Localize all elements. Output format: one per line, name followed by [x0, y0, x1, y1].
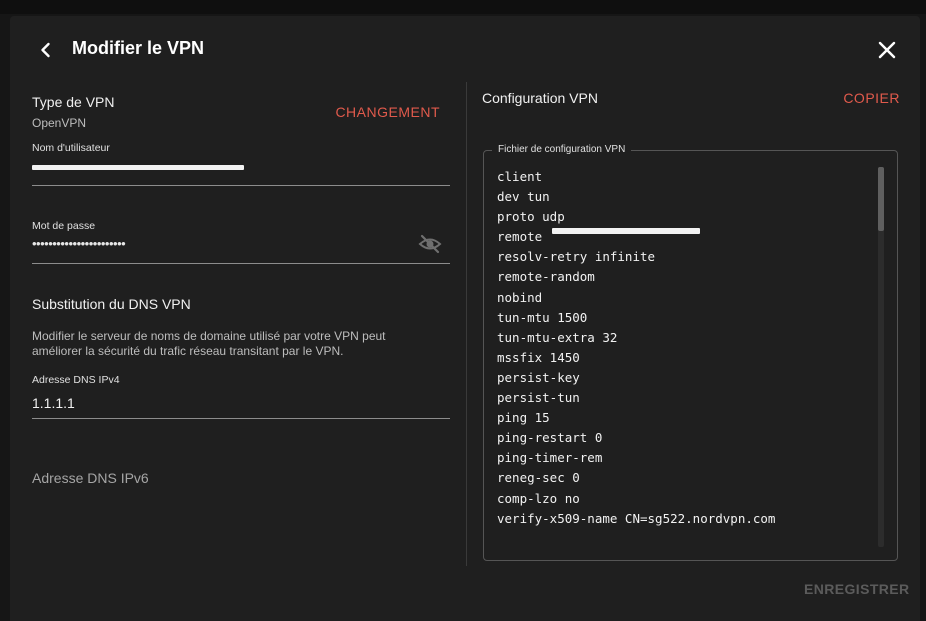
remote-redaction	[552, 228, 700, 234]
config-line: tun-mtu-extra 32	[497, 329, 618, 345]
config-line: persist-tun	[497, 390, 580, 406]
username-field[interactable]: Nom d'utilisateur	[32, 140, 450, 186]
dns-description-line1: Modifier le serveur de noms de domaine u…	[32, 329, 386, 343]
column-divider	[466, 82, 467, 566]
config-line: ping-timer-rem	[497, 450, 603, 466]
config-scrollbar-thumb[interactable]	[878, 167, 884, 231]
config-lines: client dev tun proto udp remote resolv-retry…	[497, 167, 775, 529]
vpn-type-label: Type de VPN	[32, 94, 115, 110]
username-label: Nom d'utilisateur	[32, 142, 110, 154]
config-line: tun-mtu 1500	[497, 309, 588, 325]
ipv6-dns-placeholder[interactable]: Adresse DNS IPv6	[32, 470, 149, 486]
config-file-label: Fichier de configuration VPN	[492, 144, 632, 155]
username-redaction	[32, 165, 244, 170]
config-line: comp-lzo no	[497, 490, 580, 506]
config-line: ping-restart 0	[497, 430, 603, 446]
dialog-title: Modifier le VPN	[72, 38, 205, 58]
config-heading: Configuration VPN	[482, 90, 598, 106]
ipv6-dns-field[interactable]: Adresse DNS IPv6	[32, 466, 450, 500]
backdrop	[0, 0, 926, 14]
ipv4-dns-input[interactable]: 1.1.1.1	[32, 395, 75, 411]
config-line: proto udp	[497, 209, 565, 225]
save-button[interactable]: ENREGISTRER	[804, 581, 910, 597]
dns-description-line2: améliorer la sécurité du trafic réseau t…	[32, 344, 344, 358]
close-icon[interactable]	[876, 39, 898, 61]
chevron-left-icon[interactable]	[36, 40, 56, 60]
config-line: nobind	[497, 289, 543, 305]
config-line: client	[497, 169, 543, 184]
config-textarea[interactable]: Fichier de configuration VPN client dev t…	[483, 144, 898, 561]
vpn-type-value: OpenVPN	[32, 116, 87, 130]
edit-vpn-dialog: Modifier le VPN Type de VPN OpenVPN CHAN…	[10, 16, 920, 621]
ipv4-dns-underline	[32, 418, 450, 419]
config-line: reneg-sec 0	[497, 470, 580, 486]
ipv4-dns-field[interactable]: Adresse DNS IPv4 1.1.1.1	[32, 372, 450, 419]
dns-heading: Substitution du DNS VPN	[32, 296, 191, 312]
config-line: ping 15	[497, 410, 550, 426]
password-underline	[32, 263, 450, 264]
copy-config-button[interactable]: COPIER	[843, 90, 900, 106]
ipv4-dns-label: Adresse DNS IPv4	[32, 374, 120, 386]
config-line: persist-key	[497, 369, 580, 385]
config-scrollbar[interactable]	[878, 167, 884, 547]
eye-off-icon[interactable]	[418, 234, 442, 254]
config-line: remote-random	[497, 269, 595, 285]
password-input[interactable]: •••••••••••••••••••••••	[32, 236, 126, 251]
config-line: verify-x509-name CN=sg522.nordvpn.com	[497, 510, 776, 526]
config-line: resolv-retry infinite	[497, 249, 656, 265]
username-underline	[32, 185, 450, 186]
change-vpn-type-button[interactable]: CHANGEMENT	[335, 104, 440, 120]
config-line: dev tun	[497, 189, 550, 205]
password-field[interactable]: Mot de passe •••••••••••••••••••••••	[32, 218, 450, 264]
config-line: mssfix 1450	[497, 349, 580, 365]
password-label: Mot de passe	[32, 220, 96, 232]
right-column: Configuration VPN COPIER Fichier de conf…	[482, 86, 900, 566]
